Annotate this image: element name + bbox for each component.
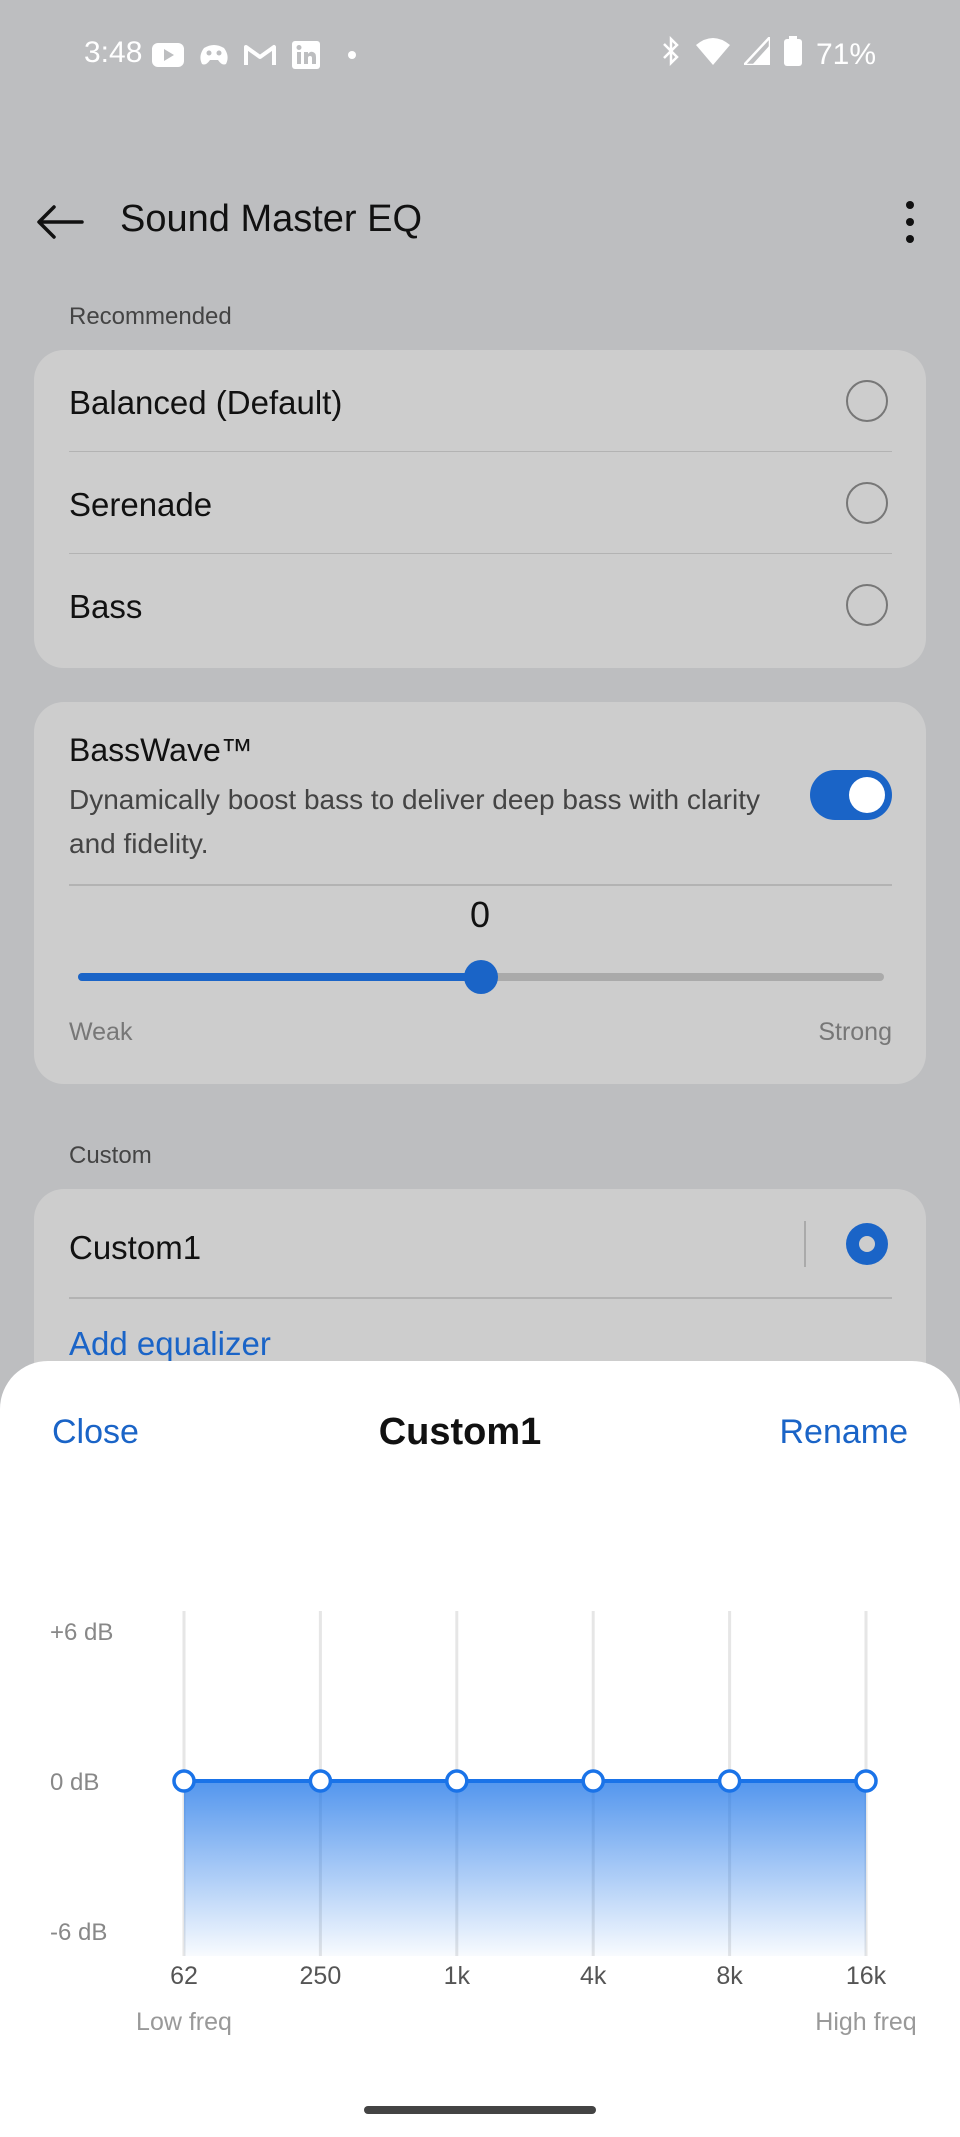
preset-bass[interactable]: Bass	[34, 554, 926, 656]
y-tick-label: -6 dB	[50, 1919, 107, 1946]
eq-area-fill	[184, 1781, 866, 1956]
x-tick-label: 1k	[444, 1962, 471, 1990]
rename-button[interactable]: Rename	[779, 1413, 908, 1452]
eq-band-handle[interactable]	[445, 1769, 469, 1793]
high-freq-label: High freq	[815, 2008, 916, 2036]
basswave-title: BassWave™	[69, 732, 253, 768]
basswave-card: BassWave™ Dynamically boost bass to deli…	[34, 702, 926, 1084]
vertical-separator	[804, 1221, 806, 1267]
equalizer-bottom-sheet: Close Custom1 Rename +6 dB 0 dB -6 dB 62 250…	[0, 1361, 960, 2137]
preset-balanced[interactable]: Balanced (Default)	[34, 350, 926, 452]
more-vertical-icon	[906, 201, 914, 209]
wifi-icon	[695, 37, 730, 73]
radio-button[interactable]	[846, 380, 888, 422]
radio-button[interactable]	[846, 584, 888, 626]
battery-percent: 71%	[815, 38, 876, 71]
arrow-left-icon	[37, 205, 84, 239]
slider-thumb[interactable]	[464, 960, 498, 994]
basswave-description: Dynamically boost bass to deliver deep b…	[69, 784, 760, 859]
x-tick-label: 62	[170, 1962, 198, 1990]
divider	[69, 884, 892, 886]
x-tick-label: 8k	[716, 1962, 743, 1990]
battery-icon	[783, 36, 802, 74]
equalizer-chart: +6 dB 0 dB -6 dB 62 250 1k 4k 8k 16k Low freq High…	[50, 1611, 917, 2036]
x-tick-label: 16k	[846, 1962, 887, 1990]
recommended-section-label: Recommended	[69, 303, 232, 330]
eq-band-handle[interactable]	[854, 1769, 878, 1793]
preset-serenade[interactable]: Serenade	[34, 452, 926, 554]
eq-band-handle[interactable]	[581, 1769, 605, 1793]
linkedin-icon	[290, 40, 322, 70]
basswave-value: 0	[469, 894, 491, 935]
preset-label: Balanced (Default)	[69, 384, 343, 421]
system-icons: 71%	[660, 33, 876, 74]
x-tick-label: 4k	[580, 1962, 607, 1990]
more-options-button[interactable]	[890, 194, 930, 250]
low-freq-label: Low freq	[136, 2008, 232, 2036]
y-tick-label: +6 dB	[50, 1619, 113, 1646]
home-indicator[interactable]	[364, 2106, 596, 2114]
cellular-icon	[741, 33, 772, 73]
preset-label: Serenade	[69, 486, 213, 523]
x-tick-label: 250	[300, 1962, 342, 1990]
slider-max-label: Strong	[818, 1018, 892, 1046]
basswave-toggle[interactable]	[810, 770, 892, 820]
status-time: 3:48	[84, 36, 143, 69]
bluetooth-icon	[660, 35, 682, 74]
youtube-icon	[152, 40, 184, 70]
gmail-icon	[244, 40, 276, 70]
top-app-bar: Sound Master EQ	[0, 180, 960, 264]
radio-button[interactable]	[846, 482, 888, 524]
back-button[interactable]	[30, 194, 90, 250]
toggle-knob	[849, 777, 885, 813]
status-bar: 3:48 71%	[0, 0, 960, 110]
slider-min-label: Weak	[69, 1018, 133, 1046]
custom-preset-label[interactable]: Custom1	[69, 1229, 201, 1267]
game-controller-icon	[198, 40, 230, 70]
custom-section-label: Custom	[69, 1142, 152, 1169]
divider	[69, 1297, 892, 1299]
y-tick-label: 0 dB	[50, 1769, 99, 1796]
add-equalizer-button[interactable]: Add equalizer	[69, 1325, 271, 1363]
eq-band-handle[interactable]	[172, 1769, 196, 1793]
page-title: Sound Master EQ	[120, 198, 423, 240]
basswave-slider[interactable]	[78, 960, 884, 994]
notification-icons	[152, 40, 356, 70]
radio-button-selected[interactable]	[846, 1223, 888, 1265]
eq-band-handle[interactable]	[717, 1769, 742, 1793]
eq-band-handle[interactable]	[308, 1769, 333, 1793]
preset-label: Bass	[69, 588, 143, 625]
more-notifications-dot	[348, 51, 356, 59]
recommended-card: Balanced (Default) Serenade Bass	[34, 350, 926, 668]
slider-fill	[78, 973, 481, 981]
